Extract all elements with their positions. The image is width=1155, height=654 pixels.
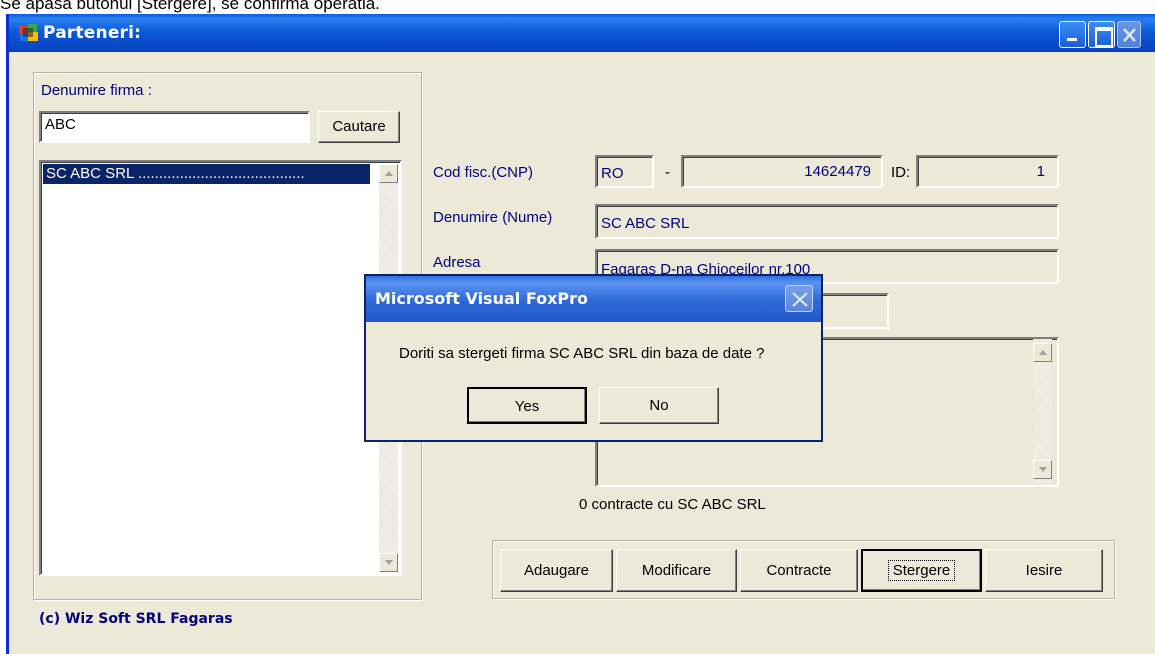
adresa-label: Adresa: [433, 254, 481, 271]
id-label: ID:: [891, 164, 911, 181]
window-title: Parteneri:: [43, 23, 142, 43]
dialog-close-button[interactable]: [785, 285, 813, 312]
yes-button[interactable]: Yes: [467, 387, 587, 424]
stergere-button-label: Stergere: [887, 560, 956, 581]
cautare-button-label: Cautare: [332, 118, 386, 135]
window-titlebar[interactable]: Parteneri:: [9, 14, 1155, 52]
notes-scrollbar[interactable]: [1033, 339, 1052, 483]
close-icon: [792, 292, 808, 307]
stergere-button[interactable]: Stergere: [861, 549, 982, 592]
close-button[interactable]: [1117, 21, 1141, 48]
dialog-titlebar[interactable]: Microsoft Visual FoxPro: [366, 276, 821, 322]
modificare-button[interactable]: Modificare: [616, 549, 737, 592]
cod-number-field[interactable]: 14624479: [681, 155, 883, 188]
list-item[interactable]: SC ABC SRL .............................…: [43, 164, 370, 184]
cod-dash: -: [665, 164, 670, 181]
foxpro-app-icon: [19, 24, 38, 41]
scroll-down-button[interactable]: [379, 553, 398, 572]
denumire-firma-label: Denumire firma :: [41, 82, 152, 99]
denumire-label: Denumire (Nume): [433, 209, 553, 226]
minimize-button[interactable]: [1059, 21, 1086, 48]
maximize-button[interactable]: [1088, 21, 1115, 48]
copyright-text: (c) Wiz Soft SRL Fagaras: [39, 611, 233, 627]
adaugare-button[interactable]: Adaugare: [500, 549, 613, 592]
search-input[interactable]: ABC: [39, 111, 310, 143]
cod-prefix-field[interactable]: RO: [595, 155, 654, 188]
iesire-button[interactable]: Iesire: [985, 549, 1103, 592]
cautare-button[interactable]: Cautare: [318, 111, 400, 143]
contracte-button[interactable]: Contracte: [740, 549, 858, 592]
notes-scroll-down-button[interactable]: [1033, 460, 1052, 479]
denumire-field[interactable]: SC ABC SRL: [595, 204, 1059, 239]
dialog-title: Microsoft Visual FoxPro: [375, 289, 589, 308]
confirm-dialog: Microsoft Visual FoxPro Doriti sa sterge…: [364, 274, 823, 442]
page-caption: Se apasa butonul [Stergere], se confirma…: [0, 0, 380, 13]
close-icon: [1123, 28, 1136, 42]
scroll-up-button[interactable]: [379, 164, 398, 183]
notes-scroll-up-button[interactable]: [1033, 343, 1052, 362]
contracts-status: 0 contracte cu SC ABC SRL: [579, 496, 766, 513]
dialog-message: Doriti sa stergeti firma SC ABC SRL din …: [399, 345, 765, 362]
id-field[interactable]: 1: [916, 155, 1059, 188]
firm-listbox[interactable]: SC ABC SRL .............................…: [39, 160, 402, 576]
no-button[interactable]: No: [599, 387, 719, 424]
cod-fisc-label: Cod fisc.(CNP): [433, 164, 534, 181]
